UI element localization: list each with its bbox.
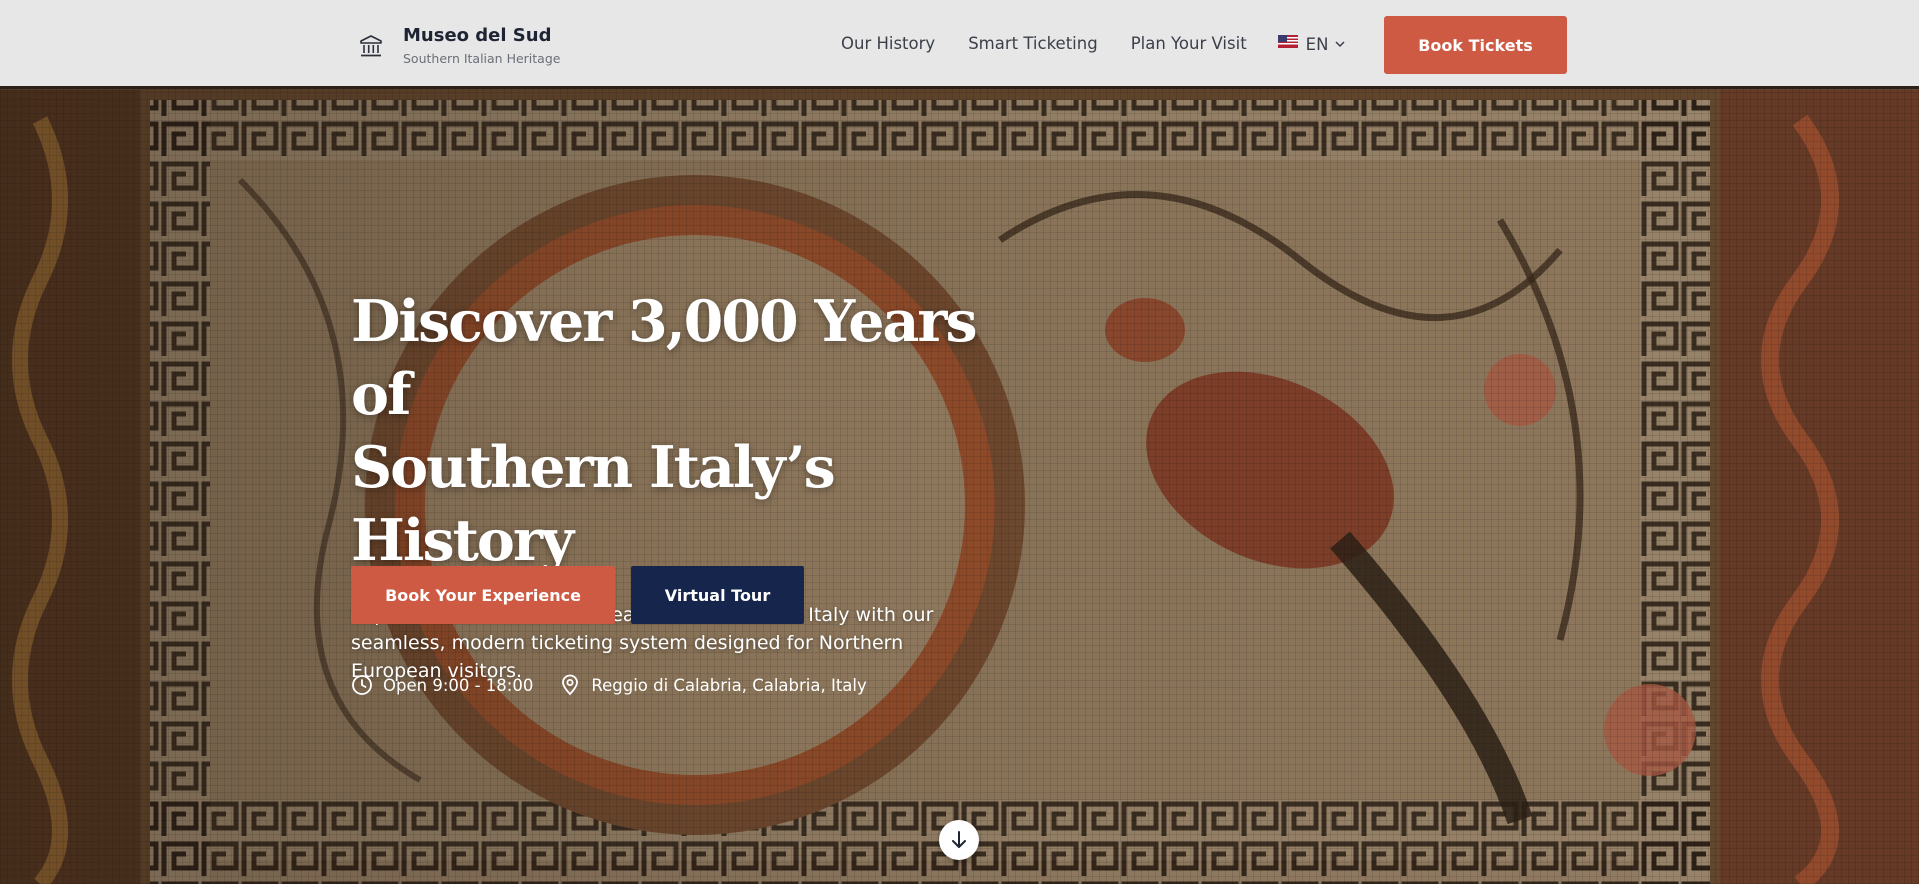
- nav-link-our-history[interactable]: Our History: [841, 34, 935, 54]
- brand-tagline: Southern Italian Heritage: [403, 51, 561, 66]
- brand[interactable]: Museo del Sud Southern Italian Heritage: [359, 24, 560, 66]
- hero-title: Discover 3,000 Years of Southern Italy’s…: [351, 285, 1031, 577]
- virtual-tour-button[interactable]: Virtual Tour: [631, 566, 804, 624]
- opening-hours-text: Open 9:00 - 18:00: [383, 675, 534, 695]
- nav-link-plan-your-visit[interactable]: Plan Your Visit: [1131, 34, 1247, 54]
- language-selector[interactable]: EN: [1277, 34, 1347, 54]
- hero-content: Discover 3,000 Years of Southern Italy’s…: [351, 285, 1031, 696]
- opening-hours: Open 9:00 - 18:00: [351, 674, 533, 696]
- main-nav: Our History Smart Ticketing Plan Your Vi…: [841, 34, 1346, 54]
- brand-name: Museo del Sud: [403, 25, 552, 46]
- location: Reggio di Calabria, Calabria, Italy: [559, 674, 867, 696]
- book-experience-button[interactable]: Book Your Experience: [351, 566, 615, 624]
- hero-title-line-2: Southern Italy’s History: [351, 434, 836, 574]
- hero-title-line-1: Discover 3,000 Years of: [351, 288, 978, 428]
- museum-icon: [360, 35, 382, 57]
- chevron-down-icon: [1335, 41, 1345, 48]
- scroll-down-button[interactable]: [939, 820, 979, 860]
- flag-icon: [1277, 34, 1298, 48]
- arrow-down-icon: [952, 831, 966, 848]
- map-pin-icon: [562, 674, 579, 696]
- navbar: Museo del Sud Southern Italian Heritage …: [0, 0, 1919, 89]
- language-label: EN: [1305, 34, 1329, 54]
- clock-icon: [352, 675, 372, 695]
- hero-cta-group: Book Your Experience Virtual Tour: [351, 566, 804, 624]
- visit-info: Open 9:00 - 18:00 Reggio di Calabria, Ca…: [351, 674, 893, 696]
- nav-link-smart-ticketing[interactable]: Smart Ticketing: [968, 34, 1098, 54]
- book-tickets-button[interactable]: Book Tickets: [1384, 16, 1567, 74]
- location-text: Reggio di Calabria, Calabria, Italy: [591, 675, 867, 695]
